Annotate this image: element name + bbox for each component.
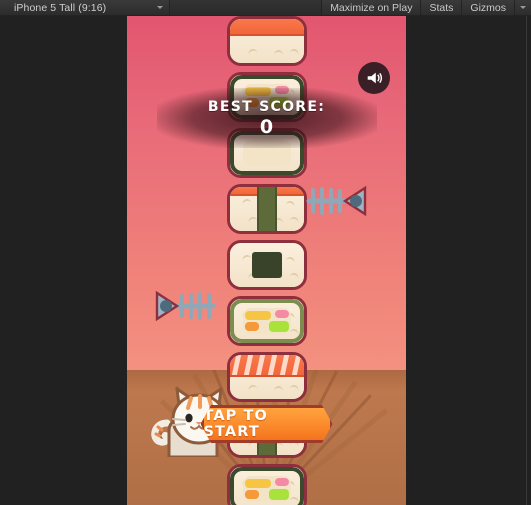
game-view-panel: BEST SCORE: 0 TAP TO START bbox=[0, 16, 531, 505]
rice-grain bbox=[273, 50, 283, 55]
device-resolution-dropdown[interactable]: iPhone 5 Tall (9:16) bbox=[0, 0, 170, 15]
gizmos-button[interactable]: Gizmos bbox=[461, 0, 514, 15]
sushi-tile-futomaki-roll bbox=[226, 296, 307, 346]
roll-filling-area bbox=[242, 308, 291, 334]
stats-button[interactable]: Stats bbox=[420, 0, 462, 15]
shrimp-stripe bbox=[267, 355, 277, 375]
roll-filling bbox=[274, 310, 289, 318]
fishbone-icon-right bbox=[305, 184, 367, 218]
shrimp-stripe bbox=[255, 355, 265, 375]
sushi-tile-salmon-nigiri bbox=[226, 16, 307, 66]
sushi-tile-shrimp-nigiri bbox=[226, 352, 307, 402]
speaker-on-icon bbox=[367, 72, 383, 84]
sushi-tile-maki-roll bbox=[226, 464, 307, 505]
game-view-toolbar: iPhone 5 Tall (9:16) Maximize on Play St… bbox=[0, 0, 531, 16]
sushi-tile-tamago-nigiri bbox=[226, 184, 307, 234]
panel-edge-divider bbox=[526, 16, 527, 505]
roll-filling bbox=[244, 479, 271, 488]
best-score-overlay: BEST SCORE: 0 bbox=[156, 88, 377, 148]
best-score-value: 0 bbox=[259, 116, 274, 138]
salmon-topping bbox=[229, 355, 304, 377]
game-viewport[interactable]: BEST SCORE: 0 TAP TO START bbox=[127, 16, 406, 505]
roll-filling bbox=[268, 489, 289, 500]
shrimp-stripe bbox=[291, 355, 301, 375]
rice-grain bbox=[273, 386, 283, 391]
roll-filling bbox=[274, 478, 289, 486]
best-score-label: BEST SCORE: bbox=[207, 99, 326, 115]
salmon-topping bbox=[229, 19, 304, 36]
chevron-down-icon bbox=[157, 6, 163, 9]
tap-to-start-button[interactable]: TAP TO START bbox=[200, 405, 333, 443]
fishbone-icon-left bbox=[155, 289, 217, 323]
toolbar-spacer bbox=[170, 0, 322, 15]
shrimp-stripe bbox=[243, 355, 253, 375]
nori-square bbox=[251, 252, 282, 278]
shrimp-stripe bbox=[231, 355, 241, 375]
roll-filling bbox=[268, 321, 289, 332]
roll-filling-area bbox=[242, 476, 291, 502]
roll-filling bbox=[244, 322, 259, 331]
sushi-tile-nori-square-rice bbox=[226, 240, 307, 290]
device-resolution-label: iPhone 5 Tall (9:16) bbox=[14, 1, 107, 14]
gizmos-dropdown-button[interactable] bbox=[514, 0, 531, 15]
shrimp-stripe bbox=[279, 355, 289, 375]
chevron-down-icon bbox=[520, 6, 526, 9]
nori-band bbox=[256, 187, 277, 231]
roll-filling bbox=[244, 311, 271, 320]
roll-filling bbox=[244, 490, 259, 499]
maximize-on-play-button[interactable]: Maximize on Play bbox=[321, 0, 421, 15]
